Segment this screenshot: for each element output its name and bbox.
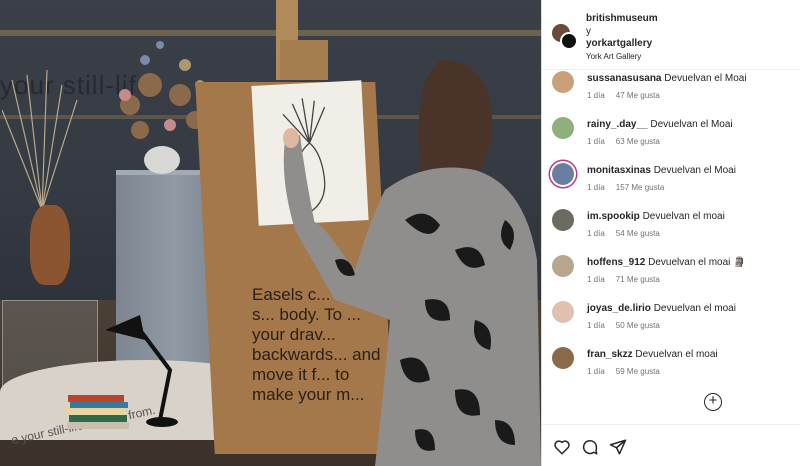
comment-item: rainy_.day__ Devuelvan el Moai 1 día 63 M… [542,116,800,162]
comment-time[interactable]: 1 día [587,321,605,330]
comment-text: fran_skzz Devuelvan el moai [587,349,718,360]
comment-body: Devuelvan el Moai [650,119,733,130]
avatar[interactable] [552,163,574,185]
comment-body: Devuelvan el moai [635,349,718,360]
comment-likes[interactable]: 50 Me gusta [616,321,660,330]
comment-likes[interactable]: 63 Me gusta [616,137,660,146]
comment-text: joyas_de.lirio Devuelvan el moai [587,303,736,314]
avatar[interactable] [552,71,574,93]
comment-text: im.spookip Devuelvan el moai [587,211,725,222]
comment-username[interactable]: hoffens_912 [587,257,645,268]
avatar[interactable] [552,347,574,369]
location-link[interactable]: York Art Gallery [586,52,641,61]
action-bar [542,424,800,466]
comment-username[interactable]: fran_skzz [587,349,633,360]
comment-username[interactable]: monitasxinas [587,165,651,176]
comment-item: joyas_de.lirio Devuelvan el moai 1 día 50… [542,300,800,346]
comment-likes[interactable]: 47 Me gusta [616,91,660,100]
comment-text: sussanasusana Devuelvan el Moai [587,73,747,84]
comment-likes[interactable]: 59 Me gusta [616,367,660,376]
comment-text: rainy_.day__ Devuelvan el Moai [587,119,733,130]
comment-time[interactable]: 1 día [587,275,605,284]
book-stack [66,395,129,429]
comment-meta: 1 día 54 Me gusta [587,229,660,238]
comment-username[interactable]: joyas_de.lirio [587,303,651,314]
comment-item: hoffens_912 Devuelvan el moai 🗿 1 día 71 … [542,254,800,300]
comment-meta: 1 día 63 Me gusta [587,137,660,146]
comment-meta: 1 día 50 Me gusta [587,321,660,330]
comment-item: monitasxinas Devuelvan el Moai 1 día 157 … [542,162,800,208]
heart-icon[interactable] [553,438,571,456]
comment-username[interactable]: im.spookip [587,211,640,222]
comment-list[interactable]: sussanasusana Devuelvan el Moai 1 día 47 … [542,70,800,386]
share-icon[interactable] [609,438,627,456]
comment-likes[interactable]: 71 Me gusta [616,275,660,284]
comment-text: hoffens_912 Devuelvan el moai 🗿 [587,257,746,268]
comment-body: Devuelvan el moai [642,211,725,222]
author-username[interactable]: britishmuseum [586,13,658,24]
comment-time[interactable]: 1 día [587,229,605,238]
post-sidebar: britishmuseum y yorkartgallery York Art … [541,0,800,466]
comment-body: Devuelvan el moai [653,303,736,314]
copper-vase [30,205,70,285]
comment-username[interactable]: rainy_.day__ [587,119,648,130]
avatar[interactable] [552,255,574,277]
comment-text: monitasxinas Devuelvan el Moai [587,165,736,176]
avatar[interactable] [552,117,574,139]
photo-wall-rail [0,30,541,36]
comment-time[interactable]: 1 día [587,367,605,376]
add-circle-icon[interactable]: + [704,393,722,411]
comment-icon[interactable] [581,438,599,456]
post-image[interactable]: your still-life e your still-life to dra… [0,0,541,466]
avatar[interactable] [560,32,578,50]
comment-item: sussanasusana Devuelvan el Moai 1 día 47 … [542,70,800,116]
comment-meta: 1 día 59 Me gusta [587,367,660,376]
comment-body: Devuelvan el Moai [653,165,736,176]
comment-body: Devuelvan el Moai [664,73,747,84]
collaborator-username[interactable]: yorkartgallery [586,38,652,49]
avatar[interactable] [552,209,574,231]
comment-likes[interactable]: 54 Me gusta [616,229,660,238]
artist-person [283,60,541,466]
comment-body: Devuelvan el moai 🗿 [648,257,746,268]
collab-avatars[interactable] [552,24,578,50]
post-header: britishmuseum y yorkartgallery York Art … [542,0,800,70]
comment-time[interactable]: 1 día [587,91,605,100]
comment-item: im.spookip Devuelvan el moai 1 día 54 Me … [542,208,800,254]
comment-meta: 1 día 47 Me gusta [587,91,660,100]
comment-item: fran_skzz Devuelvan el moai 1 día 59 Me g… [542,346,800,386]
conjunction-text: y [586,26,591,37]
comment-meta: 1 día 157 Me gusta [587,183,664,192]
avatar[interactable] [552,301,574,323]
comment-meta: 1 día 71 Me gusta [587,275,660,284]
comment-time[interactable]: 1 día [587,183,605,192]
comment-time[interactable]: 1 día [587,137,605,146]
dried-grass [2,70,78,210]
comment-likes[interactable]: 157 Me gusta [616,183,664,192]
comment-username[interactable]: sussanasusana [587,73,662,84]
